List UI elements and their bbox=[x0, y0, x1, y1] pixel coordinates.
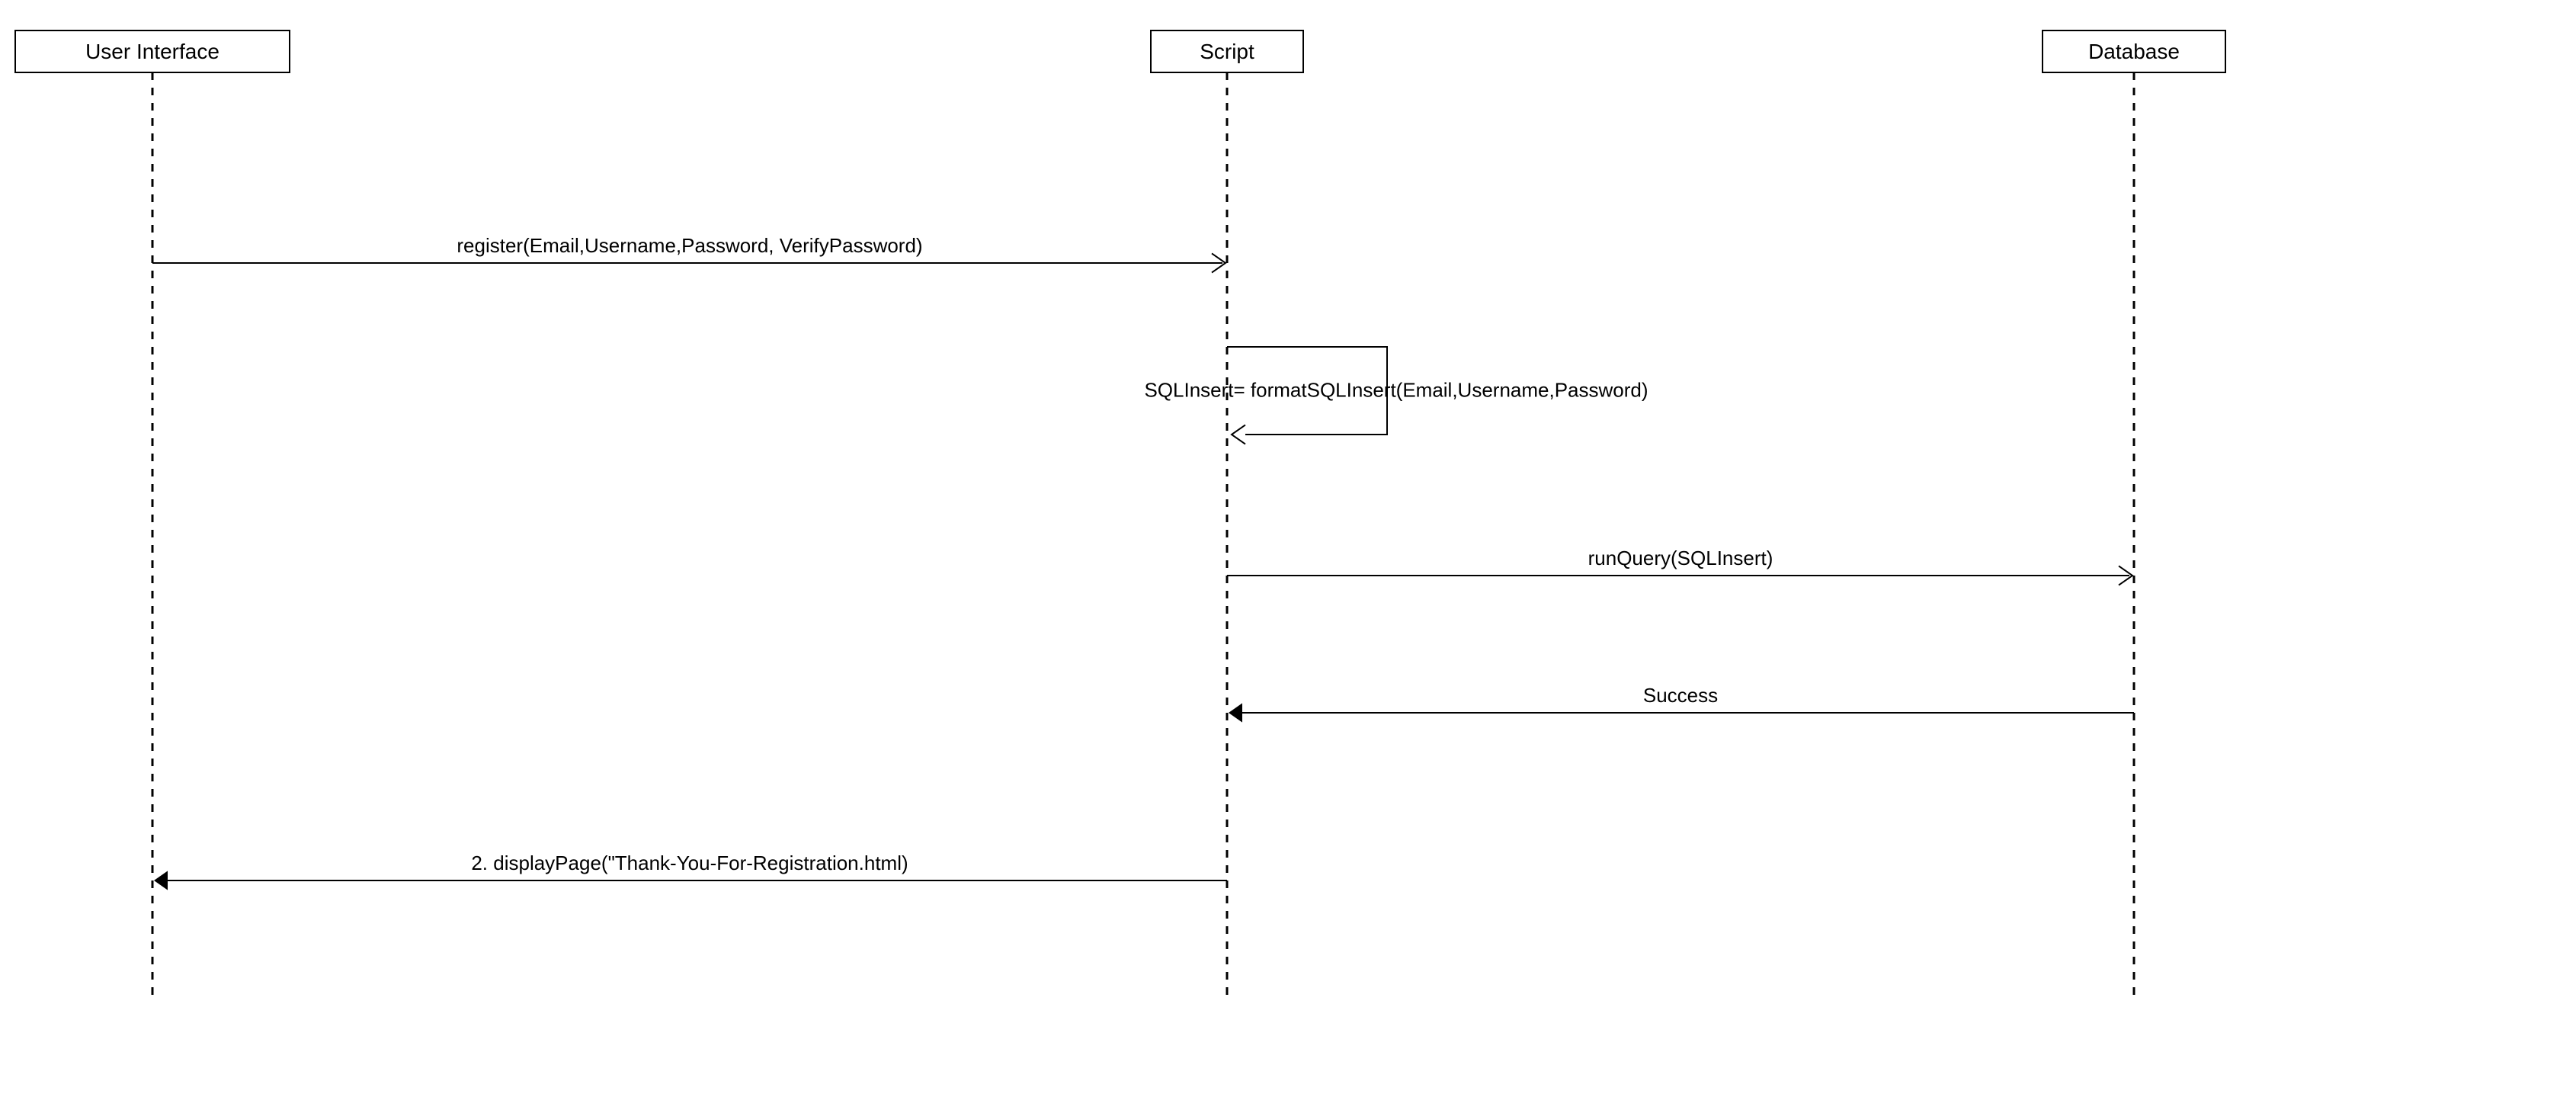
lifeline-label-db: Database bbox=[2088, 40, 2180, 63]
message-2: runQuery(SQLInsert) bbox=[1227, 547, 2132, 585]
message-label: 2. displayPage("Thank-You-For-Registrati… bbox=[471, 852, 908, 874]
message-1: SQLInsert= formatSQLInsert(Email,Usernam… bbox=[1144, 347, 1648, 444]
message-label: runQuery(SQLInsert) bbox=[1588, 547, 1773, 569]
lifeline-label-ui: User Interface bbox=[85, 40, 219, 63]
message-4: 2. displayPage("Thank-You-For-Registrati… bbox=[154, 852, 1227, 890]
arrowhead bbox=[1232, 425, 1245, 444]
arrowhead bbox=[154, 871, 168, 890]
message-0: register(Email,Username,Password, Verify… bbox=[152, 234, 1226, 273]
sequence-diagram: User Interface Script Database register(Em… bbox=[0, 0, 2576, 1113]
message-label: SQLInsert= formatSQLInsert(Email,Usernam… bbox=[1144, 379, 1648, 402]
arrowhead bbox=[1229, 703, 1242, 722]
message-label: Success bbox=[1643, 684, 1718, 707]
message-3: Success bbox=[1229, 684, 2134, 723]
message-label: register(Email,Username,Password, Verify… bbox=[457, 234, 922, 257]
lifeline-label-script: Script bbox=[1200, 40, 1254, 63]
